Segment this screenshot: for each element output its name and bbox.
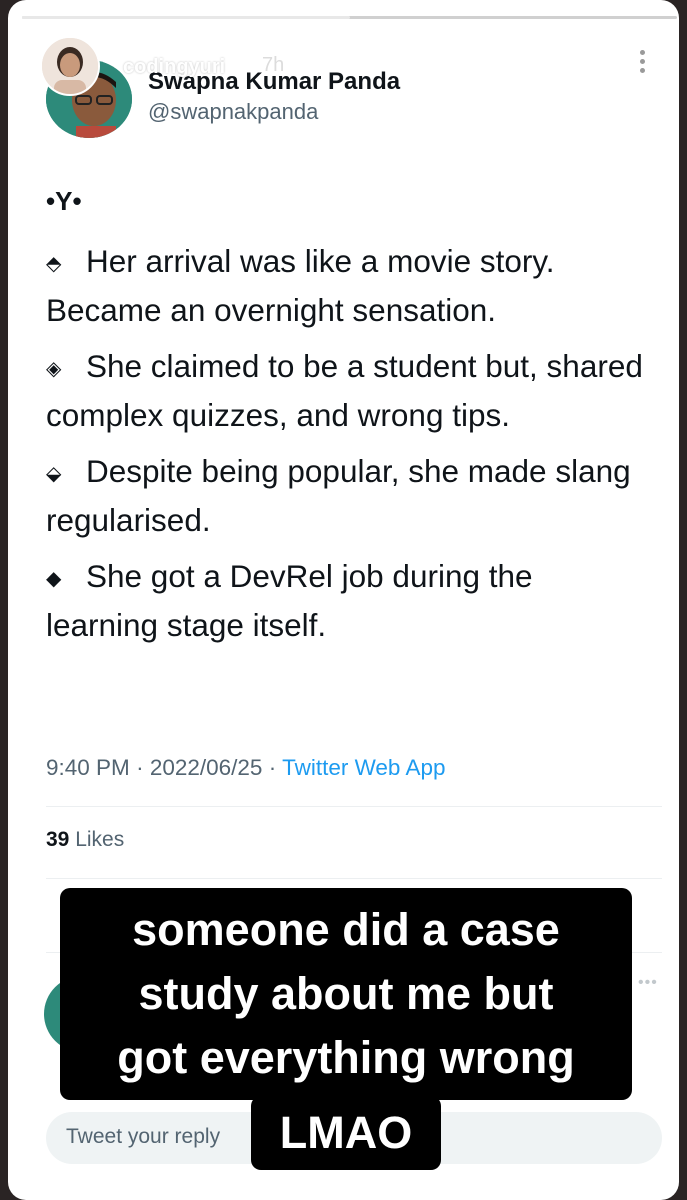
tweet-metadata: 9:40 PM · 2022/06/25 · Twitter Web App bbox=[46, 755, 446, 781]
likes-count[interactable]: 39 Likes bbox=[46, 828, 124, 852]
meta-separator: · bbox=[136, 755, 144, 780]
diamond-bullet-icon: ◈ bbox=[46, 358, 62, 380]
tweet-point: ⬙ Despite being popular, she made slang r… bbox=[46, 448, 646, 543]
likes-label: Likes bbox=[75, 828, 125, 851]
likes-number: 39 bbox=[46, 828, 70, 851]
caption-line: got everything wrong bbox=[117, 1032, 575, 1083]
diamond-bullet-icon: ◆ bbox=[46, 568, 62, 590]
tweet-point-text: She got a DevRel job during the learning… bbox=[46, 558, 533, 643]
story-username[interactable]: codingyuri bbox=[123, 56, 225, 79]
diamond-bullet-icon: ⬙ bbox=[46, 463, 62, 485]
reply-more-icon[interactable]: ••• bbox=[638, 974, 658, 992]
divider bbox=[46, 806, 662, 807]
caption-line: someone did a case bbox=[132, 904, 560, 955]
tweet-point-text: She claimed to be a student but, shared … bbox=[46, 348, 643, 433]
diamond-bullet-icon: ⬘ bbox=[46, 253, 62, 275]
divider bbox=[46, 878, 662, 879]
tweet-point: ◆ She got a DevRel job during the learnin… bbox=[46, 553, 646, 648]
tweet-point: ⬘ Her arrival was like a movie story. Bec… bbox=[46, 238, 646, 333]
caption-tail: LMAO bbox=[251, 1096, 441, 1170]
story-timestamp: 7h bbox=[262, 54, 285, 76]
more-options-icon[interactable] bbox=[632, 46, 652, 86]
story-caption-text: someone did a case study about me but go… bbox=[60, 888, 632, 1100]
tweet-point-text: Her arrival was like a movie story. Beca… bbox=[46, 243, 555, 328]
reply-placeholder: Tweet your reply bbox=[66, 1125, 221, 1148]
tweet-point-text: Despite being popular, she made slang re… bbox=[46, 453, 631, 538]
tweet-source-link[interactable]: Twitter Web App bbox=[282, 755, 445, 780]
tweet-text: •Y• ⬘ Her arrival was like a movie story.… bbox=[46, 178, 646, 658]
caption-line: study about me but bbox=[138, 968, 554, 1019]
story-avatar[interactable] bbox=[40, 36, 100, 96]
story-progress-fill bbox=[22, 16, 350, 19]
tweet-intro: •Y• bbox=[46, 186, 82, 216]
meta-separator: · bbox=[268, 755, 277, 780]
story-progress-bar bbox=[22, 16, 677, 19]
tweet-time[interactable]: 9:40 PM bbox=[46, 755, 130, 780]
author-handle[interactable]: @swapnakpanda bbox=[148, 99, 318, 125]
tweet-point: ◈ She claimed to be a student but, shared… bbox=[46, 343, 646, 438]
tweet-date[interactable]: 2022/06/25 bbox=[150, 755, 263, 780]
